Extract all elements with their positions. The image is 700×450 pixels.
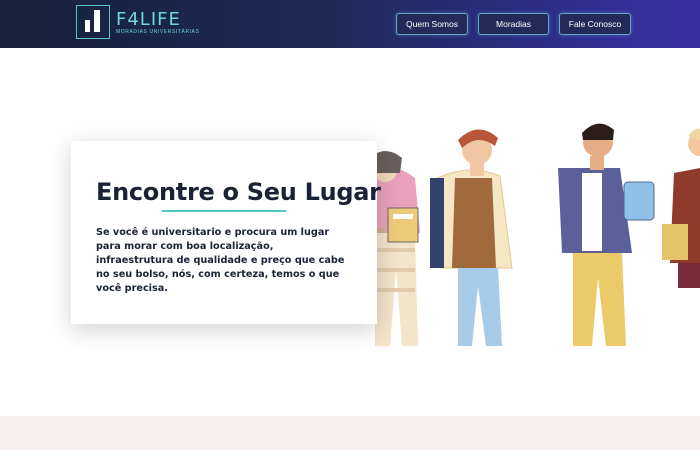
nav-quem-somos-button[interactable]: Quem Somos bbox=[396, 13, 468, 35]
nav-moradias-button[interactable]: Moradias bbox=[478, 13, 549, 35]
hero-description: Se você é universitario e procura um lug… bbox=[96, 227, 345, 294]
brand-name[interactable]: F4LIFE bbox=[116, 9, 181, 30]
brand-tagline: MORADIAS UNIVERSITÁRIAS bbox=[116, 29, 200, 35]
logo-bar-tall bbox=[94, 10, 100, 32]
student-3 bbox=[558, 123, 655, 346]
hero-title: Encontre o Seu Lugar bbox=[96, 178, 381, 206]
logo-bar-short bbox=[85, 20, 90, 32]
next-section-band bbox=[0, 416, 700, 450]
top-navbar: F4LIFE MORADIAS UNIVERSITÁRIAS Quem Somo… bbox=[0, 0, 700, 48]
student-2 bbox=[430, 129, 513, 346]
students-illustration bbox=[350, 123, 700, 346]
title-underline bbox=[162, 210, 286, 212]
student-4 bbox=[662, 128, 700, 288]
logo-icon[interactable] bbox=[76, 5, 110, 39]
nav-fale-conosco-button[interactable]: Fale Conosco bbox=[559, 13, 631, 35]
